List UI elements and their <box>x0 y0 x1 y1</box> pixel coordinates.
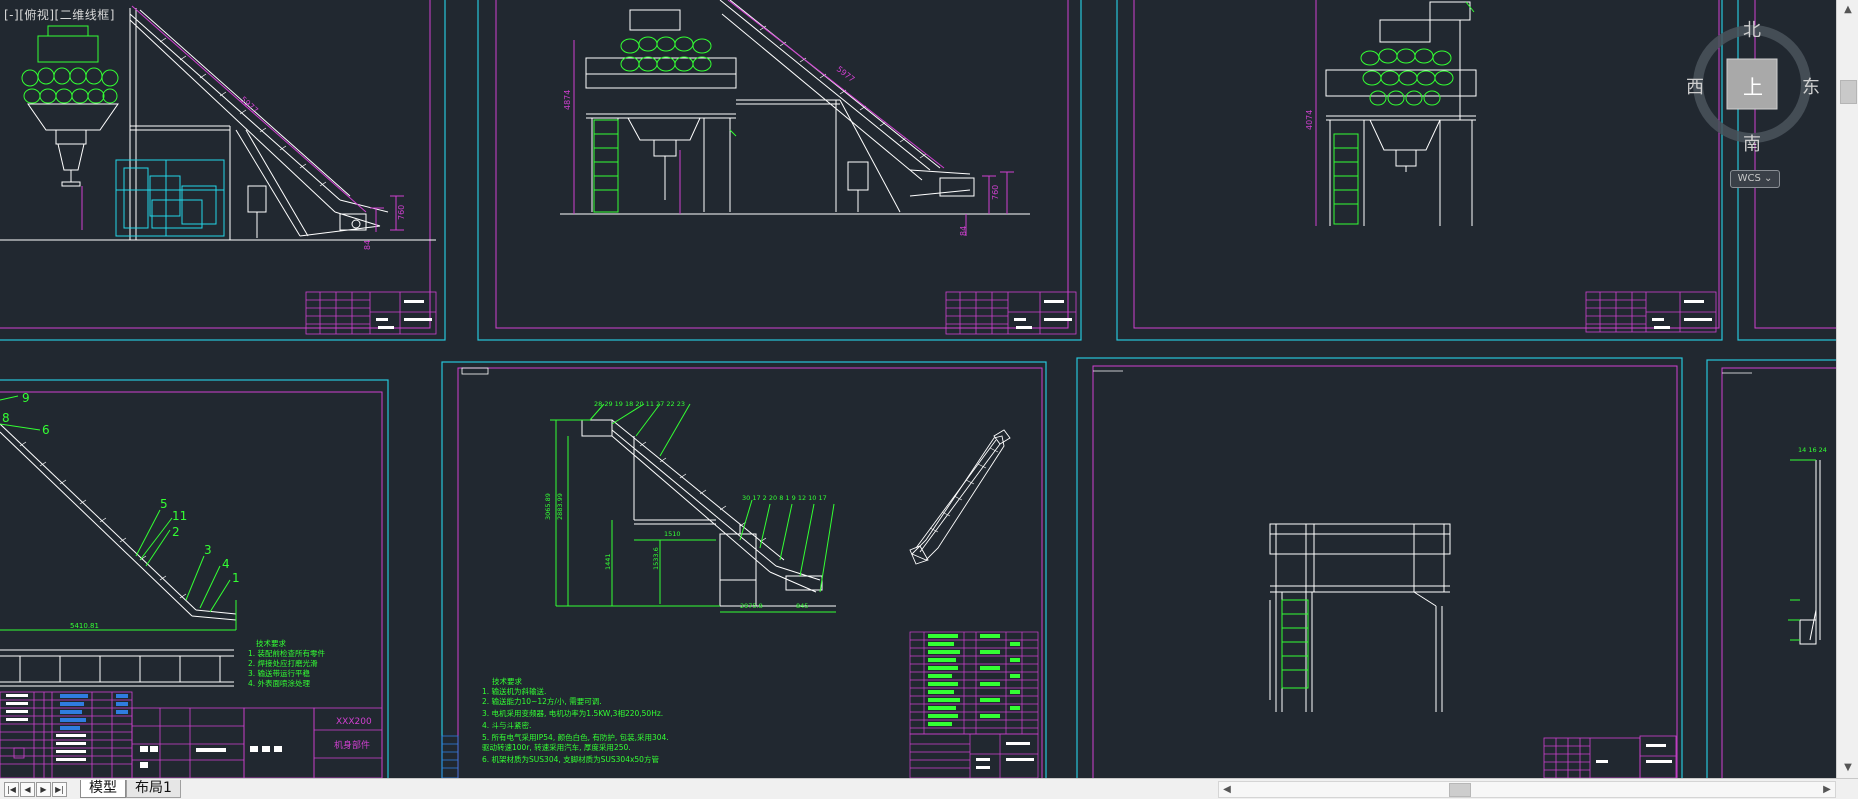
svg-text:5: 5 <box>160 497 168 511</box>
svg-text:14 16 24: 14 16 24 <box>1798 446 1827 454</box>
svg-text:5410.81: 5410.81 <box>70 622 99 630</box>
sheet-frame-top-middle <box>477 0 1082 341</box>
view-cube-top-face[interactable]: 上 <box>1743 71 1763 100</box>
svg-text:4. 外表面喷涂处理: 4. 外表面喷涂处理 <box>248 678 311 688</box>
drawing-top-middle: 4874 5977 760 84 <box>560 0 1077 335</box>
compass-west[interactable]: 西 <box>1686 73 1704 99</box>
svg-text:技术要求: 技术要求 <box>492 676 522 686</box>
svg-text:3065.89: 3065.89 <box>544 493 552 520</box>
svg-text:5977: 5977 <box>239 95 260 115</box>
svg-text:760: 760 <box>991 185 1000 200</box>
drawing-bottom-left: 9 8 6 5 11 2 3 4 1 5410.81 技术要求 1. 装配前检查… <box>0 391 383 778</box>
compass-south[interactable]: 南 <box>1743 130 1761 156</box>
svg-text:30 17 2 20 8 1 9 12 10 17: 30 17 2 20 8 1 9 12 10 17 <box>742 494 827 502</box>
svg-text:1533.6: 1533.6 <box>652 547 660 570</box>
next-tab-icon[interactable]: ▶ <box>36 782 51 797</box>
tab-layout1[interactable]: 布局1 <box>126 780 181 798</box>
svg-text:1: 1 <box>232 571 240 585</box>
svg-text:84: 84 <box>959 226 968 236</box>
svg-text:6. 机架材质为SUS304, 支脚材质为SUS304x50: 6. 机架材质为SUS304, 支脚材质为SUS304x50方管 <box>482 754 659 764</box>
svg-text:845: 845 <box>796 602 808 610</box>
scroll-up-icon[interactable]: ▲ <box>1837 0 1858 20</box>
viewport-label[interactable]: [-][俯视][二维线框] <box>4 6 115 23</box>
svg-text:3. 输送带运行平稳: 3. 输送带运行平稳 <box>248 668 311 678</box>
svg-text:8: 8 <box>2 411 10 425</box>
svg-text:4874: 4874 <box>563 90 572 110</box>
svg-text:5977: 5977 <box>835 64 857 84</box>
scroll-left-icon[interactable]: ◀ <box>1219 782 1235 797</box>
drawing-bottom-middle: 28 29 19 18 20 11 27 22 23 30 17 2 20 8 … <box>441 400 1039 778</box>
svg-text:5. 所有电气采用IP54, 颜色白色, 有防护, 包装,采: 5. 所有电气采用IP54, 颜色白色, 有防护, 包装,采用304. <box>482 732 669 742</box>
svg-text:1. 装配前检查所有零件: 1. 装配前检查所有零件 <box>248 648 326 658</box>
drawing-far-right: 14 16 24 <box>1788 446 1827 645</box>
svg-text:4: 4 <box>222 557 230 571</box>
svg-text:84: 84 <box>363 240 372 250</box>
drawing-bottom-right <box>1269 523 1677 778</box>
svg-text:2883.99: 2883.99 <box>556 493 564 520</box>
scroll-right-icon[interactable]: ▶ <box>1819 782 1835 797</box>
horizontal-scrollbar[interactable]: ◀ ▶ <box>1218 781 1836 798</box>
svg-text:2: 2 <box>172 525 180 539</box>
sheet-frame-top-right <box>1116 0 1723 341</box>
wcs-menu-button[interactable]: WCS ⌄ <box>1730 170 1780 188</box>
drawing-top-left: 5977 760 84 <box>0 5 437 335</box>
drawing-canvas[interactable]: 5977 760 84 4874 5977 760 84 4074 9 8 6 … <box>0 0 1858 778</box>
svg-text:4074: 4074 <box>1305 110 1314 130</box>
prev-tab-icon[interactable]: ◀ <box>20 782 35 797</box>
first-tab-icon[interactable]: |◀ <box>4 782 19 797</box>
tab-model[interactable]: 模型 <box>80 780 126 798</box>
view-cube[interactable]: 北 南 东 西 上 <box>1680 14 1850 184</box>
view-cube-ring <box>1693 25 1811 143</box>
svg-text:机身部件: 机身部件 <box>334 739 370 751</box>
svg-text:驱动转速100r, 转速采用汽车, 厚度采用250.: 驱动转速100r, 转速采用汽车, 厚度采用250. <box>482 742 631 752</box>
sheet-frame-bottom-left <box>0 379 389 778</box>
vertical-scroll-thumb[interactable] <box>1840 80 1857 104</box>
svg-text:2975.8: 2975.8 <box>740 602 763 610</box>
svg-text:6: 6 <box>42 423 50 437</box>
last-tab-icon[interactable]: ▶| <box>52 782 67 797</box>
drawing-top-right: 4074 <box>1305 0 1717 333</box>
svg-text:4. 斗与斗紧密.: 4. 斗与斗紧密. <box>482 720 531 730</box>
svg-text:28 29 19 18 20 11 27 22 23: 28 29 19 18 20 11 27 22 23 <box>594 400 685 408</box>
svg-text:技术要求: 技术要求 <box>256 638 286 648</box>
layout-tab-bar: |◀ ◀ ▶ ▶| 模型 布局1 ◀ ▶ <box>0 778 1858 799</box>
svg-text:1441: 1441 <box>604 553 612 570</box>
svg-text:11: 11 <box>172 509 187 523</box>
svg-text:3: 3 <box>204 543 212 557</box>
svg-text:760: 760 <box>397 205 406 220</box>
sheet-frame-bottom-right <box>1076 357 1683 778</box>
compass-east[interactable]: 东 <box>1802 73 1820 99</box>
horizontal-scroll-thumb[interactable] <box>1449 783 1471 797</box>
svg-text:1. 输送机为斜输送.: 1. 输送机为斜输送. <box>482 686 546 696</box>
svg-text:2. 焊接处应打磨光滑: 2. 焊接处应打磨光滑 <box>248 658 318 668</box>
svg-text:1510: 1510 <box>664 530 681 538</box>
vertical-scrollbar[interactable]: ▲ ▼ <box>1836 0 1858 778</box>
svg-text:XXX200: XXX200 <box>336 717 372 727</box>
sheet-frame-bottom-far-right <box>1706 359 1836 778</box>
compass-north[interactable]: 北 <box>1743 16 1761 42</box>
svg-text:9: 9 <box>22 391 30 405</box>
svg-text:2. 输送能力10~12方/小, 需要可调.: 2. 输送能力10~12方/小, 需要可调. <box>482 696 602 706</box>
scroll-down-icon[interactable]: ▼ <box>1837 758 1858 778</box>
cad-drawing: 5977 760 84 4874 5977 760 84 4074 9 8 6 … <box>0 0 1836 778</box>
svg-text:3. 电机采用变频器, 电机功率为1.5KW,3相220,5: 3. 电机采用变频器, 电机功率为1.5KW,3相220,50Hz. <box>482 708 663 718</box>
